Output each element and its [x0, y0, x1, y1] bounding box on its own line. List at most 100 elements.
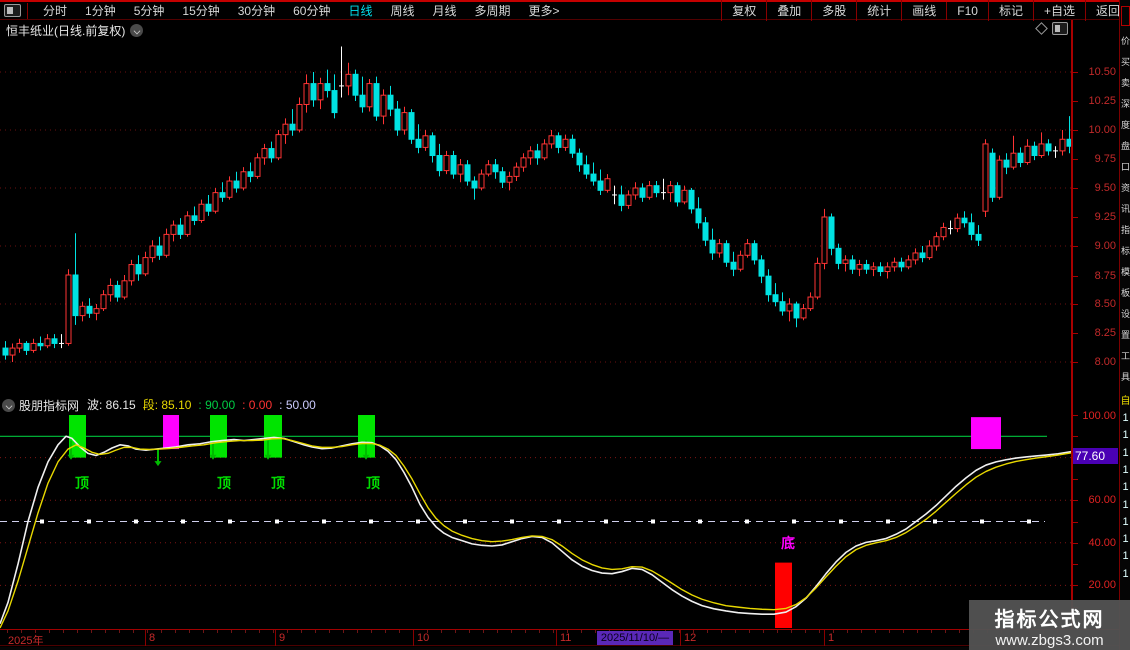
sidebar-clipped-glyph: 买 — [1120, 57, 1130, 67]
candle-body — [870, 266, 877, 270]
midline-marker — [745, 519, 749, 524]
candle-body — [9, 347, 16, 356]
period-tab[interactable]: 1分钟 — [76, 4, 125, 18]
timeline-tick — [77, 630, 78, 633]
axis-tick — [1073, 478, 1078, 480]
candle-body — [989, 152, 996, 198]
candle-body — [2, 347, 9, 356]
timeline-label: 8 — [149, 632, 156, 644]
period-tab[interactable]: 周线 — [381, 4, 423, 18]
candle-body — [107, 284, 114, 296]
candle-body — [1059, 138, 1066, 152]
candle-body — [324, 83, 331, 92]
candle-body — [93, 308, 100, 314]
indicator-axis-label: 60.00 — [1088, 494, 1116, 506]
candle-body — [268, 148, 275, 159]
midline-marker — [980, 519, 984, 524]
candle-body — [779, 301, 786, 312]
indicator-value-badge: 77.60 — [1073, 448, 1118, 464]
timeline-selected-date[interactable]: 2025/11/10/— — [597, 631, 673, 645]
layout-split-icon[interactable] — [4, 4, 21, 17]
sidebar-clipped-glyph: 深 — [1120, 99, 1130, 109]
axis-tick — [1073, 188, 1078, 189]
toolbar-action-button[interactable]: 画线 — [901, 0, 946, 21]
midline-marker — [510, 519, 514, 524]
candle-body — [716, 243, 723, 254]
watermark-url: www.zbgs3.com — [995, 632, 1104, 649]
diamond-icon[interactable] — [1035, 22, 1048, 35]
timeline-tick — [721, 630, 722, 633]
sidebar-clipped-glyph: 资 — [1120, 183, 1130, 193]
midline-marker — [698, 519, 702, 524]
sidebar-toggle-icon[interactable] — [1121, 6, 1130, 26]
timeline-divider — [275, 630, 276, 646]
candle-body — [807, 296, 814, 310]
axis-tick — [1073, 130, 1078, 131]
midline-marker — [792, 519, 796, 524]
toolbar-actions: 复权 叠加 多股 统计 画线 F10 标记 +自选 返回 — [721, 0, 1130, 21]
period-tab[interactable]: 30分钟 — [229, 4, 284, 18]
period-tab[interactable]: 更多> — [520, 4, 569, 18]
midline-marker — [1027, 519, 1031, 524]
candle-body — [562, 138, 569, 148]
candle-body — [681, 189, 688, 203]
candle-body — [695, 208, 702, 224]
title-dropdown-icon[interactable] — [130, 23, 144, 37]
candle-body — [464, 164, 471, 182]
candle-body — [198, 203, 205, 221]
candle-body — [254, 157, 261, 177]
candle-body — [1017, 152, 1024, 163]
top-label: 顶 — [366, 475, 380, 491]
candlestick-chart[interactable] — [0, 40, 1071, 396]
signal-bar-magenta — [971, 417, 1001, 450]
period-tab[interactable]: 15分钟 — [173, 4, 228, 18]
timeline-tick — [189, 630, 190, 633]
pane-icon[interactable] — [1052, 22, 1068, 35]
candle-body — [877, 266, 884, 273]
timeline-axis[interactable]: 2025年 8 9 10 11 12 1 2025/11/10/— — [0, 629, 1119, 647]
timeline-tick — [497, 630, 498, 633]
timeline-tick — [161, 630, 162, 633]
period-tab[interactable]: 日线 — [339, 4, 381, 18]
toolbar-action-button[interactable]: +自选 — [1032, 0, 1085, 21]
toolbar-action-button[interactable]: 标记 — [987, 0, 1033, 21]
sidebar-clipped-glyph: 卖 — [1120, 78, 1130, 88]
toolbar-divider — [27, 2, 28, 19]
period-tab[interactable]: 分时 — [34, 4, 76, 18]
toolbar-action-button[interactable]: 多股 — [811, 0, 856, 21]
timeline-tick — [259, 630, 260, 633]
midline-marker — [87, 519, 91, 524]
toolbar-action-button[interactable]: 复权 — [721, 0, 766, 21]
midline-marker — [369, 519, 373, 524]
timeline-tick — [749, 630, 750, 633]
midline-marker — [933, 519, 937, 524]
timeline-tick — [147, 630, 148, 633]
candle-body — [422, 135, 429, 148]
candle-body — [352, 73, 359, 96]
period-tab[interactable]: 5分钟 — [125, 4, 174, 18]
sidebar-digit: 1 — [1122, 550, 1129, 563]
period-tab[interactable]: 60分钟 — [284, 4, 339, 18]
right-sidebar-clipped[interactable]: 价买卖深度盘口资讯指标模板设置工具自 1 1 1 1 1 1 1 1 1 1 — [1119, 0, 1130, 650]
candle-body — [961, 217, 968, 224]
period-tab[interactable]: 月线 — [424, 4, 466, 18]
price-axis-label: 10.00 — [1088, 124, 1116, 136]
timeline-tick — [707, 630, 708, 633]
timeline-label: 10 — [417, 632, 430, 644]
toolbar-action-button[interactable]: 叠加 — [766, 0, 811, 21]
toolbar-action-button[interactable]: 统计 — [856, 0, 901, 21]
indicator-collapse-icon[interactable] — [2, 398, 15, 412]
candle-body — [723, 243, 730, 263]
candle-body — [331, 90, 338, 114]
timeline-tick — [763, 630, 764, 633]
indicator-field: 段: 85.10 — [142, 398, 192, 412]
timeline-tick — [315, 630, 316, 633]
sidebar-clipped-glyph: 盘 — [1120, 141, 1130, 151]
candle-body — [541, 143, 548, 159]
midline-marker — [604, 519, 608, 524]
timeline-tick — [63, 630, 64, 633]
period-tab[interactable]: 多周期 — [466, 4, 520, 18]
indicator-panel[interactable]: 顶 顶 顶 顶底 — [0, 396, 1071, 630]
candle-body — [884, 266, 891, 273]
toolbar-action-button[interactable]: F10 — [946, 1, 988, 20]
